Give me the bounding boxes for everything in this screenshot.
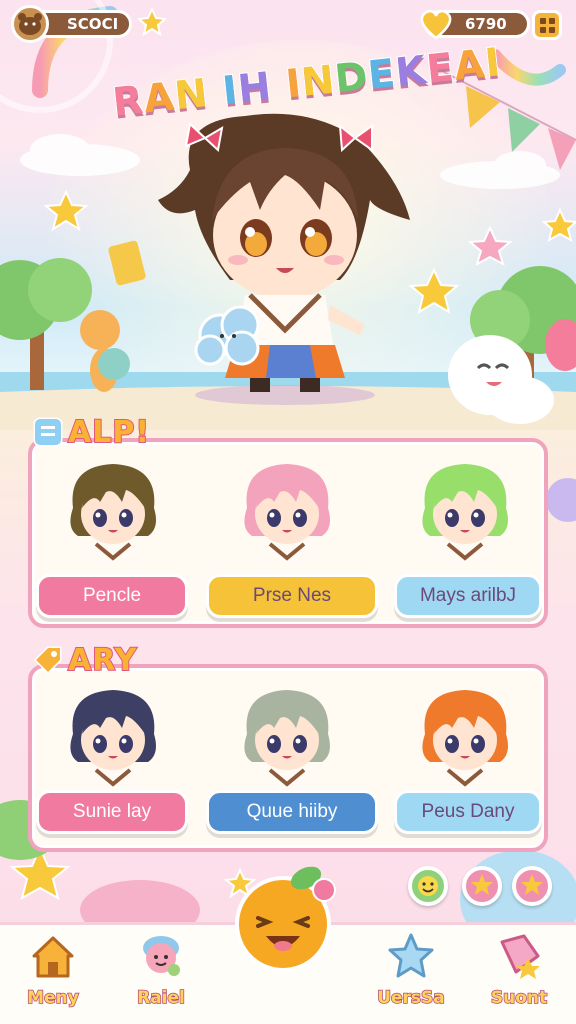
nav-item-character[interactable]: Raiel (118, 932, 204, 1018)
character-icon (143, 936, 180, 976)
character-name-button[interactable]: Quue hiiby (206, 790, 378, 834)
character-name-button[interactable]: Peus Dany (394, 790, 542, 834)
character-name: Pencle (82, 585, 142, 606)
star-icon (136, 6, 168, 40)
nav-label-3: UersSa (376, 987, 445, 1009)
notebook-icon (33, 417, 63, 447)
star-icon (521, 874, 543, 895)
star-button-2[interactable] (512, 866, 552, 906)
character-portrait[interactable] (400, 458, 550, 578)
character-name: Peus Dany (421, 801, 515, 822)
heart-currency-counter[interactable]: 6790 (420, 9, 530, 40)
nav-item-star[interactable]: UersSa (368, 932, 454, 1018)
character-portrait[interactable] (48, 458, 198, 578)
character-portrait[interactable] (222, 458, 372, 578)
heart-value: 6790 (465, 15, 507, 33)
character-name-button[interactable]: Pencle (36, 574, 188, 618)
character-name: Mays arilbJ (419, 585, 517, 606)
character-portrait[interactable] (400, 684, 550, 804)
star-button-1[interactable] (462, 866, 502, 906)
section-heading-1-text: ALP! (67, 414, 151, 451)
section-heading-2: ARY (26, 638, 151, 682)
tag-icon (33, 646, 62, 675)
orange-mascot-icon (235, 866, 336, 972)
nav-item-shop[interactable]: Suont (476, 932, 562, 1018)
character-portrait[interactable] (222, 684, 372, 804)
bear-icon (11, 5, 49, 43)
nav-label-4: Suont (490, 987, 548, 1009)
section-heading-2-text: ARY (67, 642, 138, 679)
house-icon (32, 936, 74, 978)
grid-menu-button[interactable] (532, 10, 562, 40)
character-name-button[interactable]: Sunie lay (36, 790, 188, 834)
nav-label-0: Meny (26, 987, 79, 1009)
character-name: Quue hiiby (246, 801, 338, 822)
smile-icon (418, 876, 438, 896)
star-icon (388, 933, 434, 978)
coin-counter[interactable]: SCOCI (11, 5, 132, 43)
section-heading-1: ALP! (26, 410, 164, 454)
star-icon (471, 874, 493, 895)
character-name-button[interactable]: Mays arilbJ (394, 574, 542, 618)
nav-item-center-mascot[interactable] (228, 864, 338, 974)
hero-character[interactable] (150, 110, 420, 410)
nav-item-home[interactable]: Meny (10, 932, 96, 1018)
heart-icon (417, 5, 455, 43)
shop-icon (500, 934, 540, 979)
smile-button[interactable] (408, 866, 448, 906)
character-name: Prse Nes (252, 585, 332, 606)
character-portrait[interactable] (48, 684, 198, 804)
coin-value: SCOCI (67, 15, 119, 33)
character-name-button[interactable]: Prse Nes (206, 574, 378, 618)
nav-label-1: Raiel (136, 987, 185, 1009)
character-name: Sunie lay (72, 801, 152, 822)
